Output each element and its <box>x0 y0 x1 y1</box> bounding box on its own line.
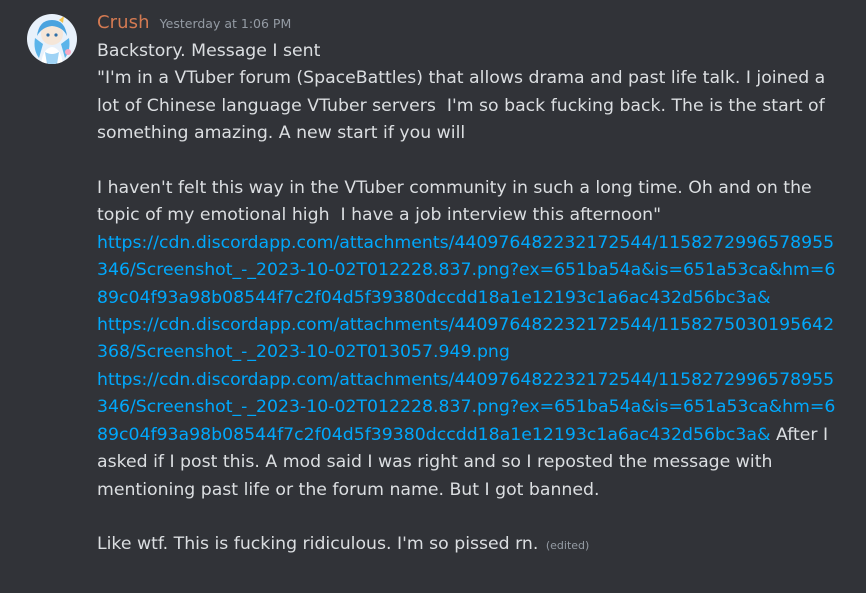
attachment-link-2[interactable]: https://cdn.discordapp.com/attachments/4… <box>97 315 834 362</box>
message-text-intro: Backstory. Message I sent "I'm in a VTub… <box>97 41 826 226</box>
message-body: Backstory. Message I sent "I'm in a VTub… <box>97 38 842 560</box>
user-avatar[interactable] <box>27 14 77 64</box>
avatar-image <box>27 14 77 64</box>
attachment-link-3[interactable]: https://cdn.discordapp.com/attachments/4… <box>97 370 835 445</box>
message-header: Crush Yesterday at 1:06 PM <box>97 12 842 38</box>
username[interactable]: Crush <box>97 12 150 33</box>
attachment-link-1[interactable]: https://cdn.discordapp.com/attachments/4… <box>97 233 835 308</box>
message: Crush Yesterday at 1:06 PM Backstory. Me… <box>0 0 866 593</box>
timestamp[interactable]: Yesterday at 1:06 PM <box>160 16 292 31</box>
edited-label: (edited) <box>545 539 590 553</box>
message-content: Crush Yesterday at 1:06 PM Backstory. Me… <box>97 12 842 560</box>
